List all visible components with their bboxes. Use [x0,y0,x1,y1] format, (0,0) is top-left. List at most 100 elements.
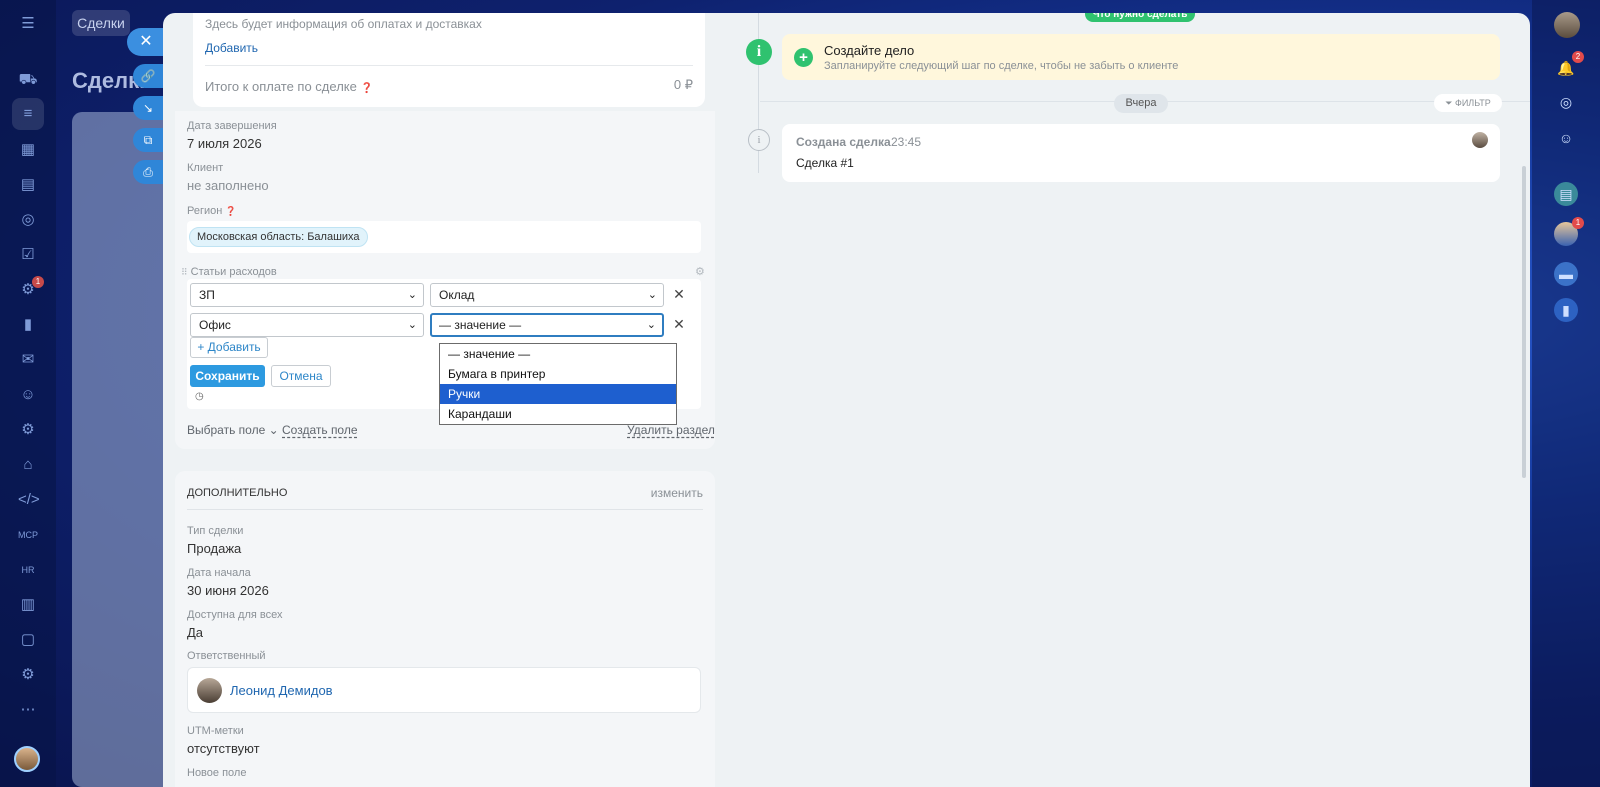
expense-value-select-2[interactable]: — значение — ⌄ [430,313,664,337]
create-field-link[interactable]: Создать поле [282,423,358,437]
calculator-icon[interactable]: ▤ [1554,182,1578,206]
divider [205,65,693,66]
remove-row-icon[interactable]: ✕ [672,286,686,303]
dropdown-option-selected[interactable]: Ручки [440,384,676,404]
funnel-icon[interactable]: ≡ [12,98,44,130]
bookmark-icon[interactable]: ▮ [1554,298,1578,322]
chevron-down-icon: ⌄ [646,319,656,331]
payments-info: Здесь будет информация об оплатах и дост… [205,17,482,31]
messages-icon[interactable]: ✉ [18,350,38,370]
expense-category-select-2[interactable]: Офис ⌄ [190,313,424,337]
contact-avatar[interactable]: 1 [1554,217,1584,246]
print-icon[interactable]: ⎙ [133,160,163,184]
total-label: Итого к оплате по сделке ❓ [205,79,373,94]
plus-icon[interactable]: + [794,48,813,67]
event-author-avatar[interactable] [1472,132,1488,148]
event-time: 23:45 [891,135,922,149]
region-field[interactable]: Московская область: Балашиха [187,221,701,253]
message-icon[interactable]: ▬ [1554,262,1578,286]
deal-type-label: Тип сделки [187,525,244,537]
divider [187,509,703,510]
completion-date-label: Дата завершения [187,120,277,132]
chevron-down-icon: ⌄ [268,423,279,437]
robot-icon[interactable]: ☺ [18,385,38,405]
date-pill: Вчера [1114,94,1168,113]
completion-date-value[interactable]: 7 июля 2026 [187,136,262,151]
help-icon: ❓ [360,83,373,94]
drag-handle-icon[interactable]: ⠿ [181,267,188,277]
field-settings-icon[interactable]: ⚙ [695,265,705,278]
chevron-down-icon: ⌄ [647,289,657,301]
left-navigation: ☰ ⛟ ≡ ▦ ▤ ◎ ☑ ⚙ 1 ▮ ✉ ☺ ⚙ ⌂ </> MCP HR ▥ … [0,0,56,787]
open-new-window-icon[interactable]: ⧉ [133,128,163,152]
dropdown-option[interactable]: — значение — [440,344,676,364]
store-icon[interactable]: ▤ [18,175,38,195]
code-icon[interactable]: </> [18,490,40,510]
new-field-label: Новое поле [187,767,247,779]
client-label: Клиент [187,162,224,174]
add-expense-button[interactable]: + Добавить [190,337,268,358]
chevron-down-icon: ⌄ [407,319,417,331]
edit-link[interactable]: изменить [651,486,703,500]
deal-type-value[interactable]: Продажа [187,541,241,556]
notifications-badge: 2 [1572,51,1584,63]
add-payment-link[interactable]: Добавить [205,41,258,55]
todo-pill: Что нужно сделать [1085,13,1195,22]
hr-icon[interactable]: HR [18,560,38,580]
link-icon[interactable]: 🔗 [133,64,163,88]
book-icon[interactable]: ▥ [18,595,38,615]
expense-value-select-1[interactable]: Оклад ⌄ [430,283,664,307]
save-button[interactable]: Сохранить [190,365,265,387]
sites-icon[interactable]: ⌂ [18,455,38,475]
expense-value-dropdown[interactable]: — значение — Бумага в принтер Ручки Кара… [439,343,677,425]
profile-avatar[interactable] [1554,12,1580,38]
expenses-label: ⠿ Статьи расходов [181,266,277,278]
create-activity-card[interactable]: + Создайте дело Запланируйте следующий ш… [782,34,1500,80]
available-label: Доступна для всех [187,609,283,621]
dropdown-option[interactable]: Бумага в принтер [440,364,676,384]
start-date-value[interactable]: 30 июня 2026 [187,583,269,598]
right-toolbar: 🔔 2 ◎ ☺ ▤ 1 ▬ ▮ [1532,0,1600,787]
contact-badge: 1 [1572,217,1584,229]
event-title: Создана сделка [796,135,891,149]
calendar-icon[interactable]: ▦ [18,140,38,160]
scrollbar[interactable] [1522,166,1526,478]
settings-icon[interactable]: ⚙ [18,420,38,440]
remove-row-icon[interactable]: ✕ [672,316,686,333]
start-date-label: Дата начала [187,567,251,579]
close-slider-button[interactable]: ✕ [127,28,165,56]
analytics-icon[interactable]: ▮ [18,315,38,335]
dropdown-option[interactable]: Карандаши [440,404,676,424]
event-text[interactable]: Сделка #1 [796,156,854,170]
target-icon[interactable]: ◎ [18,210,38,230]
delete-section-link[interactable]: Удалить раздел [627,423,715,437]
mcp-icon[interactable]: MCP [18,525,38,545]
client-value[interactable]: не заполнено [187,178,269,193]
deals-tab[interactable]: Сделки [72,10,130,36]
total-value: 0 ₽ [673,77,693,92]
tasks-icon[interactable]: ☑ [18,245,38,265]
region-chip[interactable]: Московская область: Балашиха [189,227,368,247]
expense-category-select-1[interactable]: ЗП ⌄ [190,283,424,307]
chat-icon[interactable]: ☺ [1554,126,1578,150]
responsible-avatar[interactable] [197,678,222,703]
select-field-link[interactable]: Выбрать поле ⌄ [187,423,279,437]
cancel-button[interactable]: Отмена [271,365,331,387]
payments-card: Здесь будет информация об оплатах и дост… [193,13,705,107]
responsible-name[interactable]: Леонид Демидов [230,683,333,698]
deal-slider: Здесь будет информация об оплатах и дост… [163,13,1530,787]
available-value[interactable]: Да [187,625,203,640]
create-activity-title[interactable]: Создайте дело [824,43,914,58]
automation-icon[interactable]: ⚙ 1 [18,276,44,300]
cart-icon[interactable]: ⛟ [18,70,38,90]
gear-icon[interactable]: ⚙ [18,665,38,685]
more-icon[interactable]: ⋯ [18,700,38,720]
user-avatar[interactable] [14,746,40,772]
bell-icon[interactable]: 🔔 2 [1554,51,1584,80]
document-icon[interactable]: ▢ [18,630,38,650]
filter-button[interactable]: ⏷ ФИЛЬТР [1434,94,1502,112]
create-activity-subtitle: Запланируйте следующий шаг по сделке, чт… [824,60,1179,72]
minimize-icon[interactable]: ↘ [133,96,163,120]
copilot-icon[interactable]: ◎ [1554,90,1578,114]
menu-icon[interactable]: ☰ [18,14,38,34]
